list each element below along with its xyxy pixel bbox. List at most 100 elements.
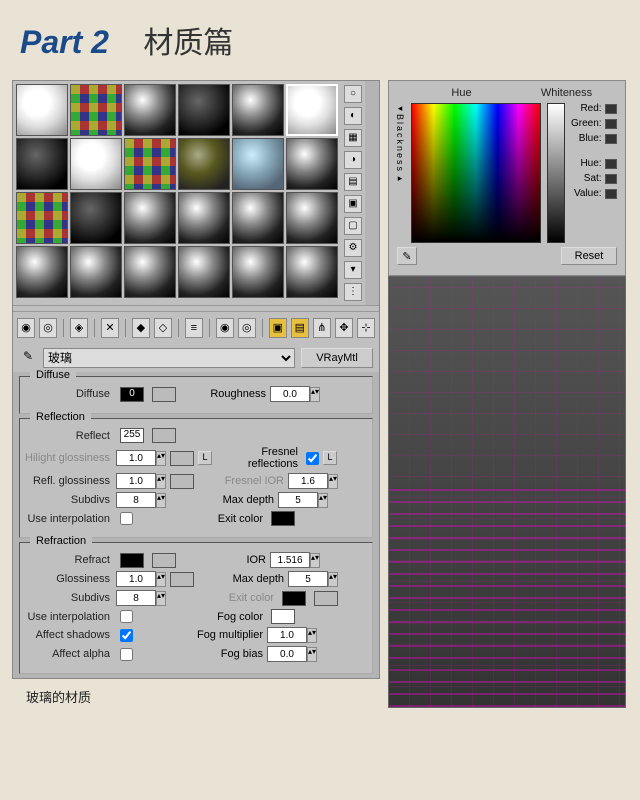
effects-icon[interactable]: ≡ — [185, 318, 203, 338]
more-icon[interactable]: ⋮ — [344, 283, 362, 301]
material-slot[interactable] — [70, 246, 122, 298]
go-parent-icon[interactable]: ▣ — [269, 318, 287, 338]
material-slot[interactable] — [124, 84, 176, 136]
material-slot[interactable] — [16, 138, 68, 190]
spinner-icon[interactable]: ▴▾ — [310, 553, 320, 568]
delete-icon[interactable]: ✕ — [101, 318, 119, 338]
assign-icon[interactable]: ◈ — [70, 318, 88, 338]
fogmult-input[interactable] — [267, 627, 307, 643]
roughness-input[interactable] — [270, 386, 310, 402]
affshad-checkbox[interactable] — [120, 629, 133, 642]
spinner-icon[interactable]: ▴▾ — [156, 474, 166, 489]
spinner-icon[interactable]: ▴▾ — [310, 387, 320, 402]
affalpha-checkbox[interactable] — [120, 648, 133, 661]
maxdepth-input[interactable] — [278, 492, 318, 508]
sibling-icon[interactable]: ⋔ — [313, 318, 331, 338]
useinterp-checkbox[interactable] — [120, 512, 133, 525]
select-icon[interactable]: ▾ — [344, 261, 362, 279]
material-slot[interactable] — [232, 192, 284, 244]
value-chip[interactable] — [605, 189, 617, 199]
reflect-swatch[interactable]: 255 — [120, 428, 144, 443]
video-icon[interactable]: ▢ — [344, 217, 362, 235]
hue-chip[interactable] — [605, 159, 617, 169]
spinner-icon[interactable]: ▴▾ — [156, 572, 166, 587]
spinner-icon[interactable]: ▴▾ — [307, 628, 317, 643]
map-slot[interactable] — [170, 451, 194, 466]
checker-bg-icon[interactable]: ▦ — [344, 129, 362, 147]
subdivs-input[interactable] — [116, 492, 156, 508]
hilight-input[interactable] — [116, 450, 156, 466]
subdivs-input[interactable] — [116, 590, 156, 606]
eyedropper-button[interactable]: ✎ — [397, 247, 417, 265]
lock-button[interactable]: L — [198, 451, 212, 465]
fogcolor-swatch[interactable] — [271, 609, 295, 624]
nav-icon[interactable]: ⊹ — [357, 318, 375, 338]
fresnelior-input[interactable] — [288, 473, 328, 489]
uv-icon[interactable]: ▣ — [344, 195, 362, 213]
maxdepth-input[interactable] — [288, 571, 328, 587]
material-slot[interactable] — [124, 138, 176, 190]
material-name-select[interactable]: 玻璃 — [43, 348, 295, 368]
put-to-scene-icon[interactable]: ◎ — [39, 318, 57, 338]
eyedropper-icon[interactable]: ✎ — [19, 349, 37, 367]
backlight-icon[interactable]: ◑ — [344, 151, 362, 169]
map-slot[interactable] — [170, 572, 194, 587]
spinner-icon[interactable]: ▴▾ — [328, 572, 338, 587]
background-icon[interactable]: ▤ — [344, 173, 362, 191]
refract-swatch[interactable] — [120, 553, 144, 568]
sample-sphere-icon[interactable]: ○ — [344, 85, 362, 103]
material-slot[interactable] — [124, 192, 176, 244]
material-slot[interactable] — [286, 246, 338, 298]
material-slot[interactable] — [286, 138, 338, 190]
map-slot[interactable] — [170, 474, 194, 489]
make-unique-icon[interactable]: ◆ — [132, 318, 150, 338]
diffuse-map-slot[interactable] — [152, 387, 176, 402]
sat-chip[interactable] — [605, 174, 617, 184]
material-slot[interactable] — [232, 138, 284, 190]
show-map-icon[interactable]: ◉ — [216, 318, 234, 338]
material-type-button[interactable]: VRayMtl — [301, 348, 373, 368]
options-icon[interactable]: ⚙ — [344, 239, 362, 257]
go-forward-icon[interactable]: ▤ — [291, 318, 309, 338]
viewport[interactable] — [388, 276, 626, 708]
red-chip[interactable] — [605, 104, 617, 114]
spinner-icon[interactable]: ▴▾ — [156, 493, 166, 508]
spinner-icon[interactable]: ▴▾ — [156, 591, 166, 606]
material-slot[interactable] — [286, 192, 338, 244]
spinner-icon[interactable]: ▴▾ — [328, 474, 338, 489]
material-slot[interactable] — [178, 84, 230, 136]
lock-button[interactable]: L — [323, 451, 337, 465]
hue-field[interactable] — [411, 103, 541, 243]
spinner-icon[interactable]: ▴▾ — [307, 647, 317, 662]
material-slot[interactable] — [124, 246, 176, 298]
reflgloss-input[interactable] — [116, 473, 156, 489]
pick-icon[interactable]: ✥ — [335, 318, 353, 338]
green-chip[interactable] — [605, 119, 617, 129]
material-slot[interactable] — [70, 138, 122, 190]
exitcolor-swatch[interactable] — [282, 591, 306, 606]
sample-cyl-icon[interactable]: ◐ — [344, 107, 362, 125]
reset-button[interactable]: Reset — [561, 247, 617, 265]
material-slot[interactable] — [178, 246, 230, 298]
get-material-icon[interactable]: ◉ — [17, 318, 35, 338]
material-slot[interactable] — [16, 246, 68, 298]
put-to-lib-icon[interactable]: ◇ — [154, 318, 172, 338]
material-slot[interactable] — [232, 246, 284, 298]
fresnel-checkbox[interactable] — [306, 452, 319, 465]
material-slot[interactable] — [178, 192, 230, 244]
fogbias-input[interactable] — [267, 646, 307, 662]
reflect-map-slot[interactable] — [152, 428, 176, 443]
material-slot[interactable] — [232, 84, 284, 136]
material-slot[interactable] — [70, 192, 122, 244]
show-end-icon[interactable]: ◎ — [238, 318, 256, 338]
whiteness-slider[interactable] — [547, 103, 565, 243]
spinner-icon[interactable]: ▴▾ — [156, 451, 166, 466]
exitcolor-swatch[interactable] — [271, 511, 295, 526]
material-slot[interactable] — [16, 84, 68, 136]
material-slot[interactable] — [70, 84, 122, 136]
map-slot[interactable] — [314, 591, 338, 606]
material-slot[interactable] — [178, 138, 230, 190]
diffuse-swatch[interactable]: 0 — [120, 387, 144, 402]
spinner-icon[interactable]: ▴▾ — [318, 493, 328, 508]
material-slot[interactable] — [16, 192, 68, 244]
